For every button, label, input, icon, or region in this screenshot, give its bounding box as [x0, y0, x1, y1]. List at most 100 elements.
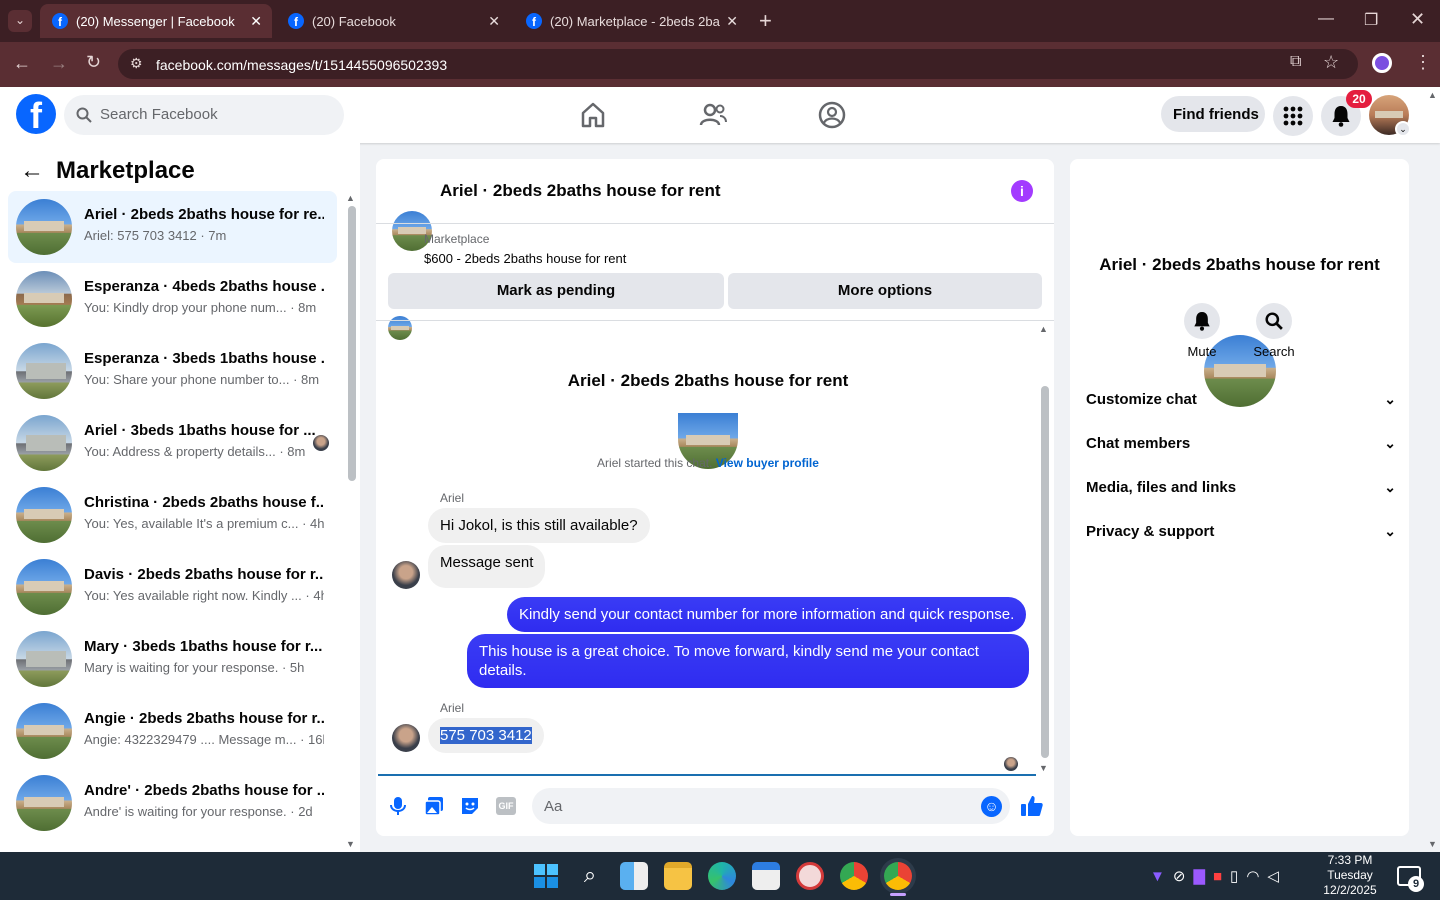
file-explorer-icon[interactable]: [664, 862, 692, 890]
notification-badge: 20: [1346, 90, 1372, 108]
tab-messenger[interactable]: f (20) Messenger | Facebook ✕: [40, 4, 272, 38]
address-bar[interactable]: facebook.com/messages/t/1514455096502393: [118, 49, 1358, 79]
app-icon[interactable]: [796, 862, 824, 890]
close-window-icon[interactable]: ✕: [1410, 9, 1425, 30]
conversation-item[interactable]: Esperanza · 3beds 1baths house ... You: S…: [8, 335, 337, 407]
groups-icon[interactable]: [817, 100, 847, 130]
close-tab-icon[interactable]: ✕: [488, 13, 500, 30]
message-incoming[interactable]: Message sent: [428, 545, 546, 588]
mark-pending-button[interactable]: Mark as pending: [388, 273, 724, 309]
start-icon[interactable]: [532, 862, 560, 890]
gif-icon[interactable]: GIF: [496, 797, 516, 815]
conversation-item[interactable]: Angie · 2beds 2baths house for r... Angie…: [8, 695, 337, 767]
conversation-item[interactable]: Ariel · 3beds 1baths house for ... You: A…: [8, 407, 337, 479]
message-outgoing[interactable]: Kindly send your contact number for more…: [507, 597, 1027, 632]
site-info-icon[interactable]: ⚙: [130, 55, 143, 72]
clock[interactable]: 7:33 PM Tuesday 12/2/2025: [1318, 853, 1382, 898]
tray-app-icon[interactable]: ▼: [1150, 868, 1173, 885]
conversation-avatar: [16, 271, 72, 327]
more-options-button[interactable]: More options: [728, 273, 1042, 309]
tab-marketplace[interactable]: f (20) Marketplace - 2beds 2bath ✕: [514, 4, 748, 38]
privacy-support-section[interactable]: Privacy & support ⌄: [1086, 523, 1396, 540]
emoji-icon[interactable]: ☺: [981, 796, 1002, 817]
conversation-name: Esperanza · 4beds 2baths house ...: [84, 278, 324, 295]
view-buyer-profile-link[interactable]: View buyer profile: [716, 456, 819, 470]
edge-icon[interactable]: [708, 862, 736, 890]
conversation-item[interactable]: Davis · 2beds 2baths house for r... You: …: [8, 551, 337, 623]
conversation-item[interactable]: Ariel · 2beds 2baths house for re... Arie…: [8, 191, 337, 263]
tray-app-icon[interactable]: ⊘: [1173, 868, 1194, 885]
message-incoming[interactable]: Hi Jokol, is this still available?: [428, 508, 650, 543]
scroll-up-icon[interactable]: ▲: [1039, 324, 1048, 334]
page-title: Marketplace: [56, 157, 195, 184]
chat-title[interactable]: Ariel · 2beds 2baths house for rent: [440, 181, 721, 201]
close-tab-icon[interactable]: ✕: [250, 13, 262, 30]
store-icon[interactable]: [752, 862, 780, 890]
message-outgoing[interactable]: This house is a great choice. To move fo…: [467, 634, 1029, 688]
find-friends-button[interactable]: Find friends: [1161, 96, 1265, 132]
page-scroll-down-icon[interactable]: ▼: [1428, 839, 1437, 849]
chat-members-section[interactable]: Chat members ⌄: [1086, 435, 1396, 452]
system-tray[interactable]: ▼⊘▇■▯◠◁: [1150, 867, 1316, 885]
new-tab-icon[interactable]: +: [759, 8, 772, 34]
tab-facebook[interactable]: f (20) Facebook ✕: [276, 4, 510, 38]
back-icon[interactable]: ←: [13, 53, 31, 74]
back-arrow-icon[interactable]: ←: [20, 157, 44, 185]
scroll-up-icon[interactable]: ▲: [346, 193, 355, 203]
conversation-item[interactable]: Mary · 3beds 1baths house for r... Mary i…: [8, 623, 337, 695]
media-files-links-section[interactable]: Media, files and links ⌄: [1086, 479, 1396, 496]
sender-avatar[interactable]: [392, 561, 420, 589]
microphone-icon[interactable]: [389, 796, 407, 816]
tab-search-icon[interactable]: ⌄: [8, 10, 32, 32]
search-in-chat-button[interactable]: [1256, 303, 1292, 339]
facebook-logo-icon[interactable]: f: [16, 94, 56, 134]
chrome-active-icon[interactable]: [884, 862, 912, 890]
facebook-favicon-icon: f: [52, 13, 68, 29]
scroll-down-icon[interactable]: ▼: [1039, 763, 1048, 773]
sticker-icon[interactable]: [460, 796, 480, 816]
chevron-down-icon: ⌄: [1384, 391, 1396, 407]
customize-chat-section[interactable]: Customize chat ⌄: [1086, 391, 1396, 408]
sender-avatar[interactable]: [392, 724, 420, 752]
home-icon[interactable]: [578, 100, 608, 130]
widgets-icon[interactable]: [620, 862, 648, 890]
message-incoming[interactable]: 575 703 3412: [428, 718, 544, 753]
listing-title[interactable]: $600 - 2beds 2baths house for rent: [424, 251, 626, 266]
info-icon[interactable]: i: [1011, 180, 1033, 202]
menu-grid-button[interactable]: [1273, 96, 1313, 136]
tray-app-icon[interactable]: ■: [1213, 868, 1230, 885]
photo-icon[interactable]: [424, 796, 444, 816]
page-scroll-up-icon[interactable]: ▲: [1428, 90, 1437, 100]
install-app-icon[interactable]: ⧉: [1290, 53, 1301, 71]
friends-icon[interactable]: [698, 100, 728, 130]
conversation-item[interactable]: Christina · 2beds 2baths house f... You: …: [8, 479, 337, 551]
mute-label: Mute: [1187, 344, 1217, 359]
close-tab-icon[interactable]: ✕: [726, 13, 738, 30]
conversation-item[interactable]: Andre' · 2beds 2baths house for ... Andre…: [8, 767, 337, 839]
bookmark-star-icon[interactable]: ☆: [1323, 52, 1339, 73]
message-input[interactable]: Aa: [532, 788, 1010, 824]
chat-scrollbar[interactable]: [1041, 386, 1049, 758]
minimize-icon[interactable]: —: [1318, 10, 1334, 28]
wifi-icon[interactable]: ◠: [1246, 868, 1267, 885]
battery-icon[interactable]: ▯: [1230, 868, 1246, 885]
scroll-down-icon[interactable]: ▼: [346, 839, 355, 849]
maximize-icon[interactable]: ❐: [1364, 10, 1378, 30]
chevron-down-icon[interactable]: ⌄: [1395, 121, 1411, 137]
thumbs-up-icon[interactable]: [1020, 794, 1044, 818]
profile-icon[interactable]: [1372, 53, 1392, 73]
tray-app-icon[interactable]: ▇: [1193, 868, 1213, 885]
sidebar-scrollbar[interactable]: [348, 206, 356, 481]
search-input[interactable]: Search Facebook: [64, 95, 344, 135]
conversation-avatar: [16, 415, 72, 471]
chrome-icon[interactable]: [840, 862, 868, 890]
reload-icon[interactable]: ↻: [86, 52, 101, 73]
mute-button[interactable]: [1184, 303, 1220, 339]
volume-icon[interactable]: ◁: [1267, 868, 1287, 885]
search-label: Search: [1253, 344, 1295, 359]
menu-icon[interactable]: ⋮: [1414, 52, 1432, 73]
forward-icon[interactable]: →: [50, 53, 68, 74]
conversation-item[interactable]: Esperanza · 4beds 2baths house ... You: K…: [8, 263, 337, 335]
sender-name: Ariel: [440, 701, 465, 715]
search-icon[interactable]: ⌕: [576, 862, 604, 890]
